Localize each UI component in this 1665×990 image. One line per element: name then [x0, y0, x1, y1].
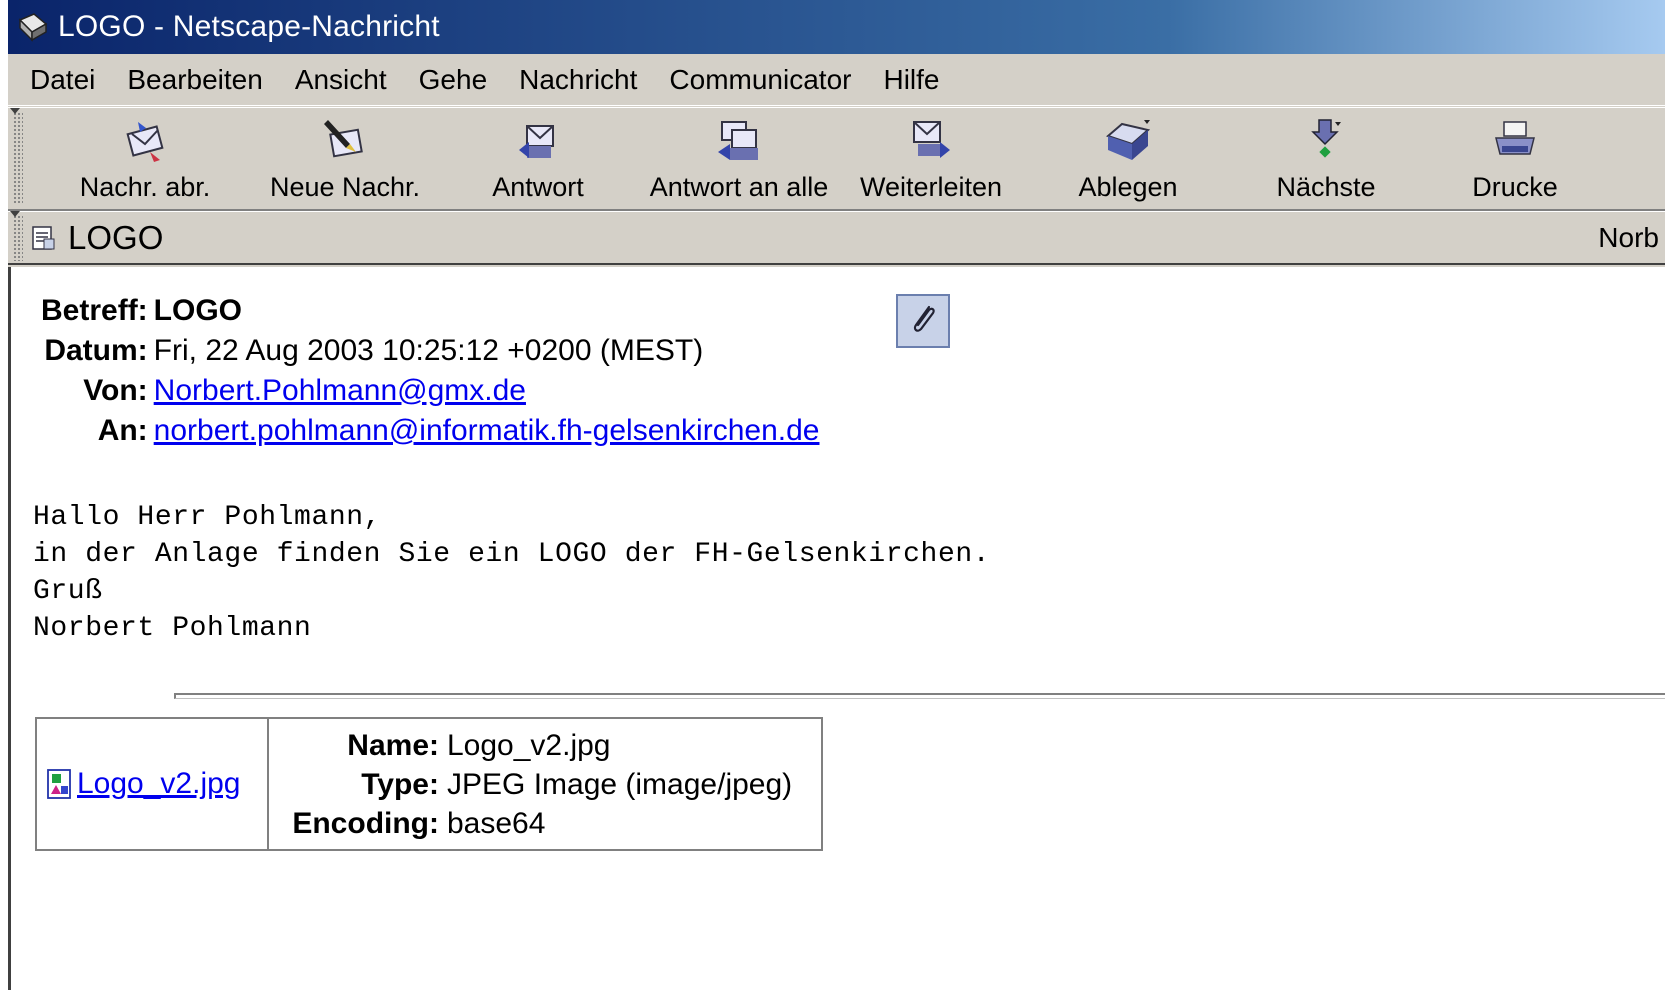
reply-all-button[interactable]: Antwort an alle [644, 108, 834, 208]
reply-all-icon [709, 112, 769, 170]
message-headers: Betreff: LOGO Datum: Fri, 22 Aug 2003 10… [41, 293, 819, 449]
menu-gehe[interactable]: Gehe [403, 64, 504, 96]
forward-button[interactable]: Weiterleiten [856, 108, 1006, 208]
from-label: Von: [83, 374, 148, 407]
menu-communicator[interactable]: Communicator [653, 64, 867, 96]
get-messages-icon [115, 112, 175, 170]
attachment-table: Logo_v2.jpg Name: Logo_v2.jpg Type: JPEG… [35, 717, 823, 851]
new-message-button[interactable]: Neue Nachr. [260, 108, 430, 208]
file-message-button[interactable]: Ablegen [1068, 108, 1188, 208]
forward-label: Weiterleiten [859, 172, 1003, 202]
to-value: norbert.pohlmann@informatik.fh-gelsenkir… [154, 413, 820, 449]
print-label: Drucke [1472, 172, 1558, 202]
to-label: An: [97, 414, 148, 447]
body-line: Norbert Pohlmann [33, 613, 312, 644]
toolbar: Nachr. abr. Neue Nachr. Antwort Antwort … [8, 107, 1665, 211]
file-icon [1098, 112, 1158, 170]
date-label: Datum: [44, 334, 148, 367]
menu-hilfe[interactable]: Hilfe [867, 64, 955, 96]
menu-nachricht[interactable]: Nachricht [503, 64, 653, 96]
attachment-encoding-label: Encoding: [292, 806, 439, 840]
reply-label: Antwort [492, 172, 584, 202]
attachment-info: Name: Logo_v2.jpg Type: JPEG Image (imag… [269, 719, 821, 849]
message-body: Hallo Herr Pohlmann, in der Anlage finden… [33, 499, 990, 647]
message-window: LOGO - Netscape-Nachricht Datei Bearbeit… [8, 0, 1665, 990]
menu-bearbeiten[interactable]: Bearbeiten [111, 64, 278, 96]
title-bar[interactable]: LOGO - Netscape-Nachricht [8, 0, 1665, 54]
get-messages-button[interactable]: Nachr. abr. [70, 108, 220, 208]
from-link[interactable]: Norbert.Pohlmann@gmx.de [154, 374, 526, 407]
reply-button[interactable]: Antwort [478, 108, 598, 208]
next-label: Nächste [1276, 172, 1376, 202]
reply-icon [508, 112, 568, 170]
paperclip-icon [907, 301, 939, 342]
subject-label: Betreff: [41, 294, 148, 327]
get-messages-label: Nachr. abr. [79, 172, 211, 202]
attachment-name-value: Logo_v2.jpg [447, 728, 611, 762]
attachment-type-value: JPEG Image (image/jpeg) [447, 767, 793, 801]
menu-ansicht[interactable]: Ansicht [279, 64, 403, 96]
new-message-icon [315, 112, 375, 170]
attachment-type-label: Type: [361, 767, 439, 801]
reply-all-label: Antwort an alle [649, 172, 829, 202]
print-button[interactable]: Drucke [1460, 108, 1570, 208]
document-icon [30, 223, 60, 253]
forward-icon [901, 112, 961, 170]
from-value: Norbert.Pohlmann@gmx.de [154, 373, 820, 409]
attachment-link[interactable]: Logo_v2.jpg [77, 767, 240, 801]
message-pane: Betreff: LOGO Datum: Fri, 22 Aug 2003 10… [8, 267, 1665, 990]
subject-value: LOGO [153, 294, 243, 327]
menu-bar: Datei Bearbeiten Ansicht Gehe Nachricht … [8, 54, 1665, 106]
body-line: Hallo Herr Pohlmann, [33, 502, 382, 533]
netscape-app-icon [14, 8, 52, 46]
attachment-button[interactable] [896, 294, 950, 348]
new-message-label: Neue Nachr. [269, 172, 421, 202]
subject-bar: LOGO Norb [8, 210, 1665, 265]
subject-bar-grip[interactable] [8, 210, 28, 265]
attachment-link-cell: Logo_v2.jpg [37, 719, 269, 849]
next-button[interactable]: Nächste [1266, 108, 1386, 208]
date-value: Fri, 22 Aug 2003 10:25:12 +0200 (MEST) [153, 334, 704, 367]
window-title: LOGO - Netscape-Nachricht [58, 10, 440, 43]
attachment-encoding-value: base64 [447, 806, 546, 840]
toolbar-grip[interactable] [8, 108, 28, 209]
to-link[interactable]: norbert.pohlmann@informatik.fh-gelsenkir… [154, 414, 820, 447]
attachment-separator [174, 693, 1665, 699]
sender-short: Norb [1598, 221, 1659, 253]
image-file-icon[interactable] [45, 767, 75, 801]
print-icon [1485, 112, 1545, 170]
subject-title: LOGO [68, 218, 164, 256]
body-line: in der Anlage finden Sie ein LOGO der FH… [33, 539, 991, 570]
file-message-label: Ablegen [1078, 172, 1178, 202]
attachment-name-label: Name: [347, 728, 439, 762]
menu-datei[interactable]: Datei [14, 64, 111, 96]
next-icon [1296, 112, 1356, 170]
body-line: Gruß [33, 576, 103, 607]
